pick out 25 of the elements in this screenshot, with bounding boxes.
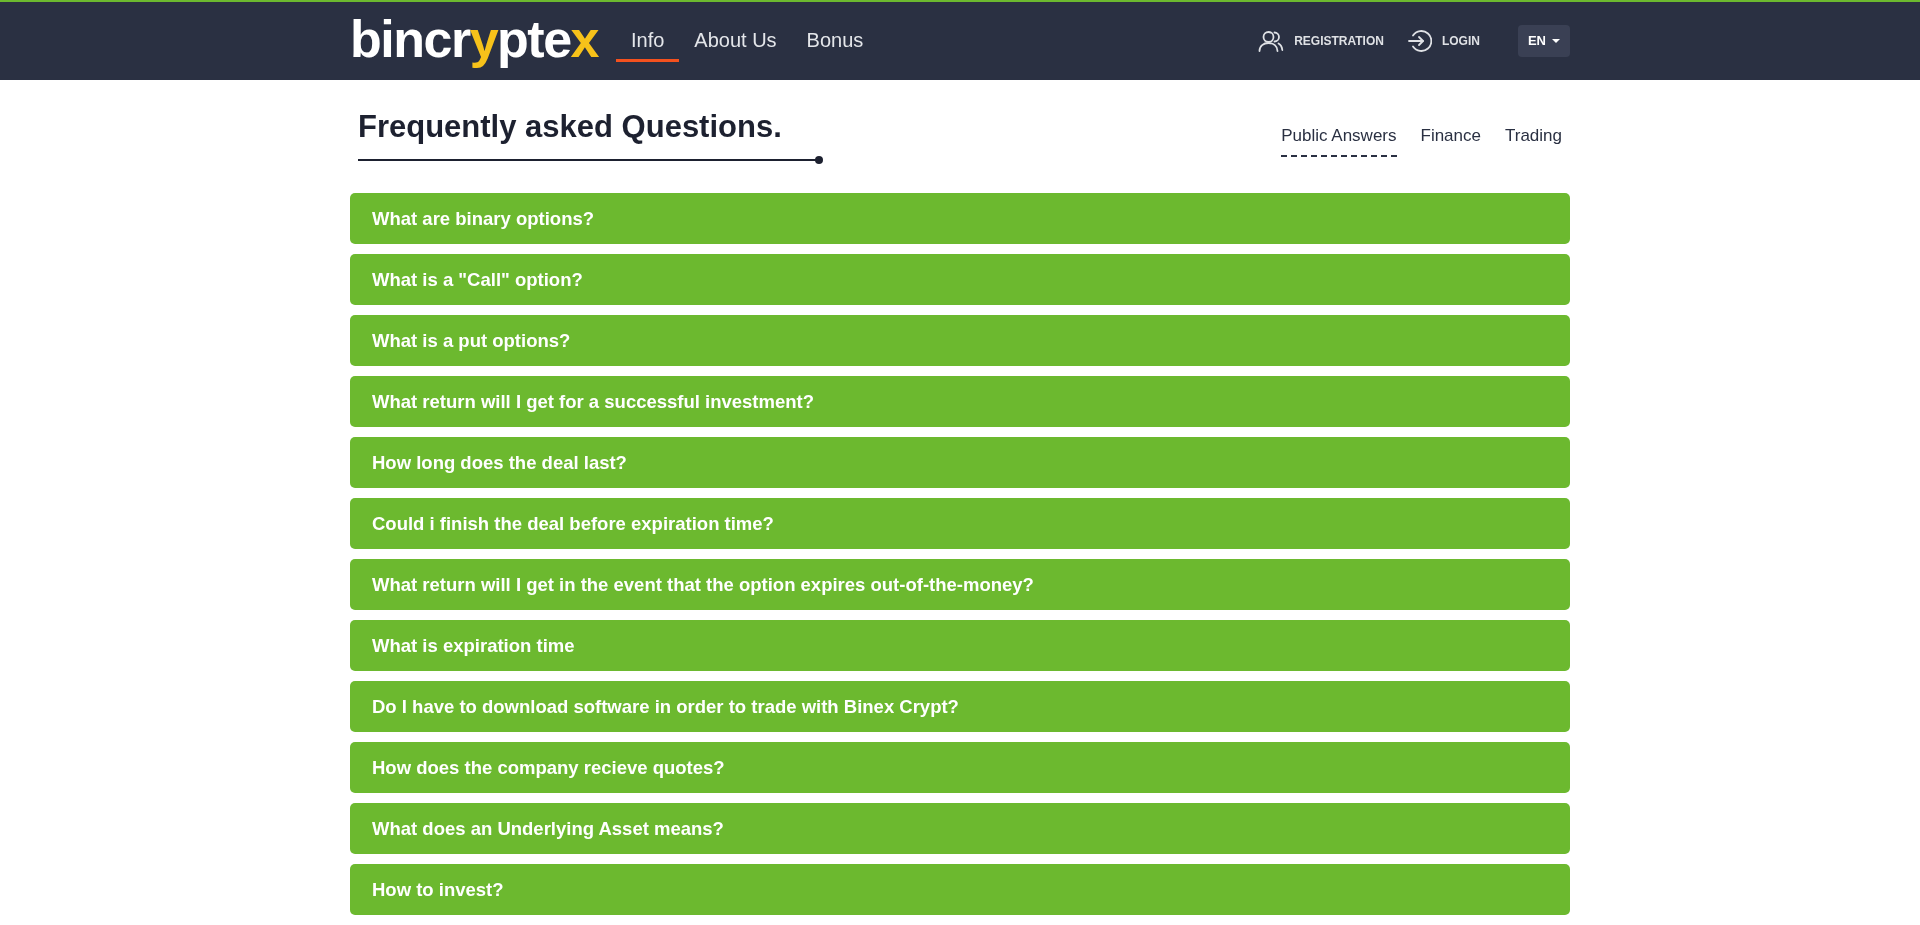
category-tab[interactable]: Trading — [1505, 125, 1562, 157]
faq-question[interactable]: Could i finish the deal before expiration time? — [350, 498, 1570, 550]
faq-question[interactable]: What are binary options? — [350, 193, 1570, 245]
registration-link[interactable]: REGISTRATION — [1257, 30, 1384, 52]
nav-link[interactable]: Info — [616, 20, 680, 62]
nav-link[interactable]: Bonus — [791, 20, 879, 62]
category-tab[interactable]: Finance — [1420, 125, 1481, 157]
faq-question[interactable]: What does an Underlying Asset means? — [350, 803, 1570, 855]
faq-question[interactable]: Do I have to download software in order to trade with Binex Crypt? — [350, 681, 1570, 733]
faq-question[interactable]: How to invest? — [350, 864, 1570, 916]
caret-icon — [1552, 39, 1560, 43]
faq-question[interactable]: What return will I get in the event that the option expires out-of-the-money? — [350, 559, 1570, 611]
users-icon — [1257, 30, 1285, 52]
faq-question[interactable]: What is a "Call" option? — [350, 254, 1570, 306]
login-icon — [1407, 29, 1432, 53]
faq-question[interactable]: What is expiration time — [350, 620, 1570, 672]
language-dropdown[interactable]: EN — [1517, 25, 1570, 57]
faq-question[interactable]: What is a put options? — [350, 315, 1570, 367]
faq-question[interactable]: How does the company recieve quotes? — [350, 742, 1570, 794]
faq-question[interactable]: How long does the deal last? — [350, 437, 1570, 489]
login-link[interactable]: LOGIN — [1407, 29, 1480, 53]
page-title: Frequently asked Questions. — [358, 108, 783, 146]
category-tab[interactable]: Public Answers — [1281, 125, 1397, 157]
faq-question[interactable]: What return will I get for a successful investment? — [350, 376, 1570, 428]
nav-link[interactable]: About Us — [679, 20, 792, 62]
